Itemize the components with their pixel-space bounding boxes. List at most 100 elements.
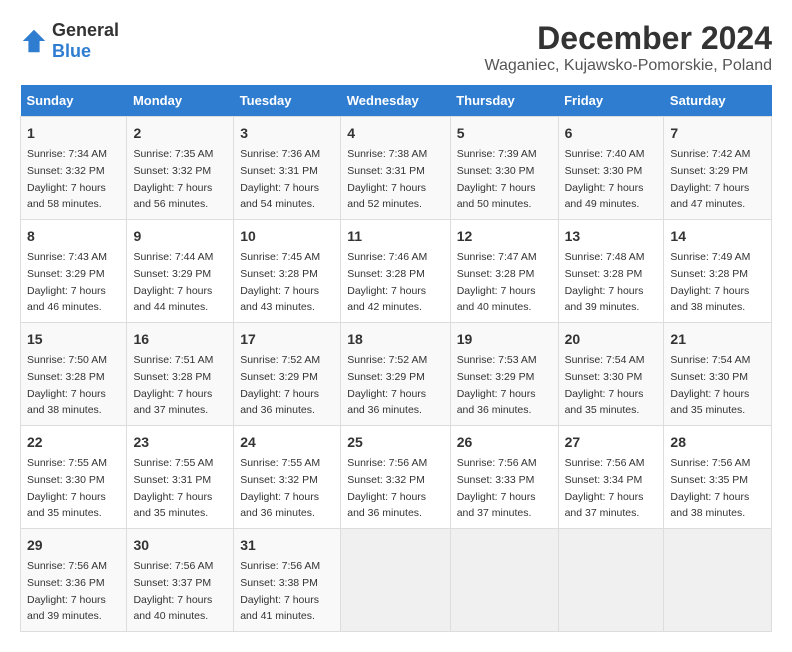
logo-general: General bbox=[52, 20, 119, 40]
calendar-week-5: 29 Sunrise: 7:56 AMSunset: 3:36 PMDayligh… bbox=[21, 529, 772, 632]
day-info: Sunrise: 7:45 AMSunset: 3:28 PMDaylight:… bbox=[240, 251, 320, 313]
day-number: 11 bbox=[347, 226, 443, 247]
day-info: Sunrise: 7:44 AMSunset: 3:29 PMDaylight:… bbox=[133, 251, 213, 313]
logo-icon bbox=[20, 27, 48, 55]
day-info: Sunrise: 7:42 AMSunset: 3:29 PMDaylight:… bbox=[670, 148, 750, 210]
calendar-cell: 26Sunrise: 7:56 AMSunset: 3:33 PMDayligh… bbox=[450, 426, 558, 529]
day-number: 4 bbox=[347, 123, 443, 144]
day-info: Sunrise: 7:56 AMSunset: 3:36 PMDaylight:… bbox=[27, 560, 107, 622]
day-number: 19 bbox=[457, 329, 552, 350]
day-number: 17 bbox=[240, 329, 334, 350]
day-number: 6 bbox=[565, 123, 658, 144]
calendar-cell: 8Sunrise: 7:43 AMSunset: 3:29 PMDaylight… bbox=[21, 220, 127, 323]
column-header-sunday: Sunday bbox=[21, 85, 127, 117]
day-number: 23 bbox=[133, 432, 227, 453]
calendar-cell: 9 Sunrise: 7:44 AMSunset: 3:29 PMDaylight… bbox=[127, 220, 234, 323]
calendar-cell: 2Sunrise: 7:35 AMSunset: 3:32 PMDaylight… bbox=[127, 117, 234, 220]
day-number: 15 bbox=[27, 329, 120, 350]
calendar-cell: 13 Sunrise: 7:48 AMSunset: 3:28 PMDayligh… bbox=[558, 220, 664, 323]
calendar-cell: 18Sunrise: 7:52 AMSunset: 3:29 PMDayligh… bbox=[341, 323, 450, 426]
day-info: Sunrise: 7:51 AMSunset: 3:28 PMDaylight:… bbox=[133, 354, 213, 416]
calendar-table: SundayMondayTuesdayWednesdayThursdayFrid… bbox=[20, 85, 772, 632]
day-number: 5 bbox=[457, 123, 552, 144]
day-number: 27 bbox=[565, 432, 658, 453]
calendar-cell: 11 Sunrise: 7:46 AMSunset: 3:28 PMDayligh… bbox=[341, 220, 450, 323]
day-info: Sunrise: 7:40 AMSunset: 3:30 PMDaylight:… bbox=[565, 148, 645, 210]
day-number: 7 bbox=[670, 123, 765, 144]
calendar-cell bbox=[450, 529, 558, 632]
calendar-cell: 28Sunrise: 7:56 AMSunset: 3:35 PMDayligh… bbox=[664, 426, 772, 529]
day-number: 24 bbox=[240, 432, 334, 453]
day-number: 10 bbox=[240, 226, 334, 247]
calendar-cell: 25Sunrise: 7:56 AMSunset: 3:32 PMDayligh… bbox=[341, 426, 450, 529]
day-number: 29 bbox=[27, 535, 120, 556]
day-info: Sunrise: 7:47 AMSunset: 3:28 PMDaylight:… bbox=[457, 251, 537, 313]
day-info: Sunrise: 7:56 AMSunset: 3:37 PMDaylight:… bbox=[133, 560, 213, 622]
day-info: Sunrise: 7:46 AMSunset: 3:28 PMDaylight:… bbox=[347, 251, 427, 313]
logo-text: General Blue bbox=[52, 20, 119, 62]
day-info: Sunrise: 7:52 AMSunset: 3:29 PMDaylight:… bbox=[240, 354, 320, 416]
day-number: 31 bbox=[240, 535, 334, 556]
calendar-week-3: 15 Sunrise: 7:50 AMSunset: 3:28 PMDayligh… bbox=[21, 323, 772, 426]
page-header: General Blue December 2024 Waganiec, Kuj… bbox=[20, 20, 772, 75]
day-info: Sunrise: 7:48 AMSunset: 3:28 PMDaylight:… bbox=[565, 251, 645, 313]
calendar-cell: 22Sunrise: 7:55 AMSunset: 3:30 PMDayligh… bbox=[21, 426, 127, 529]
calendar-cell: 23 Sunrise: 7:55 AMSunset: 3:31 PMDayligh… bbox=[127, 426, 234, 529]
day-number: 8 bbox=[27, 226, 120, 247]
calendar-week-4: 22Sunrise: 7:55 AMSunset: 3:30 PMDayligh… bbox=[21, 426, 772, 529]
title-section: December 2024 Waganiec, Kujawsko-Pomorsk… bbox=[484, 20, 772, 75]
calendar-cell: 16 Sunrise: 7:51 AMSunset: 3:28 PMDayligh… bbox=[127, 323, 234, 426]
day-info: Sunrise: 7:39 AMSunset: 3:30 PMDaylight:… bbox=[457, 148, 537, 210]
column-header-friday: Friday bbox=[558, 85, 664, 117]
logo: General Blue bbox=[20, 20, 119, 62]
day-info: Sunrise: 7:49 AMSunset: 3:28 PMDaylight:… bbox=[670, 251, 750, 313]
day-info: Sunrise: 7:36 AMSunset: 3:31 PMDaylight:… bbox=[240, 148, 320, 210]
column-header-tuesday: Tuesday bbox=[234, 85, 341, 117]
calendar-cell: 6 Sunrise: 7:40 AMSunset: 3:30 PMDaylight… bbox=[558, 117, 664, 220]
day-info: Sunrise: 7:55 AMSunset: 3:30 PMDaylight:… bbox=[27, 457, 107, 519]
logo-blue: Blue bbox=[52, 41, 91, 61]
calendar-week-2: 8Sunrise: 7:43 AMSunset: 3:29 PMDaylight… bbox=[21, 220, 772, 323]
day-number: 3 bbox=[240, 123, 334, 144]
calendar-cell: 1 Sunrise: 7:34 AMSunset: 3:32 PMDaylight… bbox=[21, 117, 127, 220]
calendar-cell: 30 Sunrise: 7:56 AMSunset: 3:37 PMDayligh… bbox=[127, 529, 234, 632]
calendar-cell: 12Sunrise: 7:47 AMSunset: 3:28 PMDayligh… bbox=[450, 220, 558, 323]
calendar-cell: 4 Sunrise: 7:38 AMSunset: 3:31 PMDaylight… bbox=[341, 117, 450, 220]
day-number: 1 bbox=[27, 123, 120, 144]
calendar-cell: 14Sunrise: 7:49 AMSunset: 3:28 PMDayligh… bbox=[664, 220, 772, 323]
day-number: 25 bbox=[347, 432, 443, 453]
calendar-cell: 20Sunrise: 7:54 AMSunset: 3:30 PMDayligh… bbox=[558, 323, 664, 426]
calendar-cell: 5 Sunrise: 7:39 AMSunset: 3:30 PMDaylight… bbox=[450, 117, 558, 220]
calendar-cell: 7 Sunrise: 7:42 AMSunset: 3:29 PMDaylight… bbox=[664, 117, 772, 220]
day-number: 9 bbox=[133, 226, 227, 247]
day-info: Sunrise: 7:50 AMSunset: 3:28 PMDaylight:… bbox=[27, 354, 107, 416]
calendar-cell: 19 Sunrise: 7:53 AMSunset: 3:29 PMDayligh… bbox=[450, 323, 558, 426]
calendar-cell: 24Sunrise: 7:55 AMSunset: 3:32 PMDayligh… bbox=[234, 426, 341, 529]
column-header-wednesday: Wednesday bbox=[341, 85, 450, 117]
day-info: Sunrise: 7:56 AMSunset: 3:34 PMDaylight:… bbox=[565, 457, 645, 519]
calendar-cell bbox=[341, 529, 450, 632]
calendar-cell: 27 Sunrise: 7:56 AMSunset: 3:34 PMDayligh… bbox=[558, 426, 664, 529]
day-info: Sunrise: 7:54 AMSunset: 3:30 PMDaylight:… bbox=[670, 354, 750, 416]
day-info: Sunrise: 7:56 AMSunset: 3:38 PMDaylight:… bbox=[240, 560, 320, 622]
day-number: 16 bbox=[133, 329, 227, 350]
main-title: December 2024 bbox=[484, 20, 772, 57]
day-info: Sunrise: 7:52 AMSunset: 3:29 PMDaylight:… bbox=[347, 354, 427, 416]
day-info: Sunrise: 7:35 AMSunset: 3:32 PMDaylight:… bbox=[133, 148, 213, 210]
calendar-cell: 31 Sunrise: 7:56 AMSunset: 3:38 PMDayligh… bbox=[234, 529, 341, 632]
calendar-week-1: 1 Sunrise: 7:34 AMSunset: 3:32 PMDaylight… bbox=[21, 117, 772, 220]
day-number: 13 bbox=[565, 226, 658, 247]
column-header-saturday: Saturday bbox=[664, 85, 772, 117]
day-info: Sunrise: 7:38 AMSunset: 3:31 PMDaylight:… bbox=[347, 148, 427, 210]
day-info: Sunrise: 7:34 AMSunset: 3:32 PMDaylight:… bbox=[27, 148, 107, 210]
calendar-cell: 29 Sunrise: 7:56 AMSunset: 3:36 PMDayligh… bbox=[21, 529, 127, 632]
calendar-cell bbox=[558, 529, 664, 632]
day-number: 28 bbox=[670, 432, 765, 453]
day-info: Sunrise: 7:55 AMSunset: 3:31 PMDaylight:… bbox=[133, 457, 213, 519]
column-header-monday: Monday bbox=[127, 85, 234, 117]
calendar-cell: 17 Sunrise: 7:52 AMSunset: 3:29 PMDayligh… bbox=[234, 323, 341, 426]
day-info: Sunrise: 7:56 AMSunset: 3:33 PMDaylight:… bbox=[457, 457, 537, 519]
calendar-cell: 15 Sunrise: 7:50 AMSunset: 3:28 PMDayligh… bbox=[21, 323, 127, 426]
day-info: Sunrise: 7:53 AMSunset: 3:29 PMDaylight:… bbox=[457, 354, 537, 416]
day-number: 30 bbox=[133, 535, 227, 556]
